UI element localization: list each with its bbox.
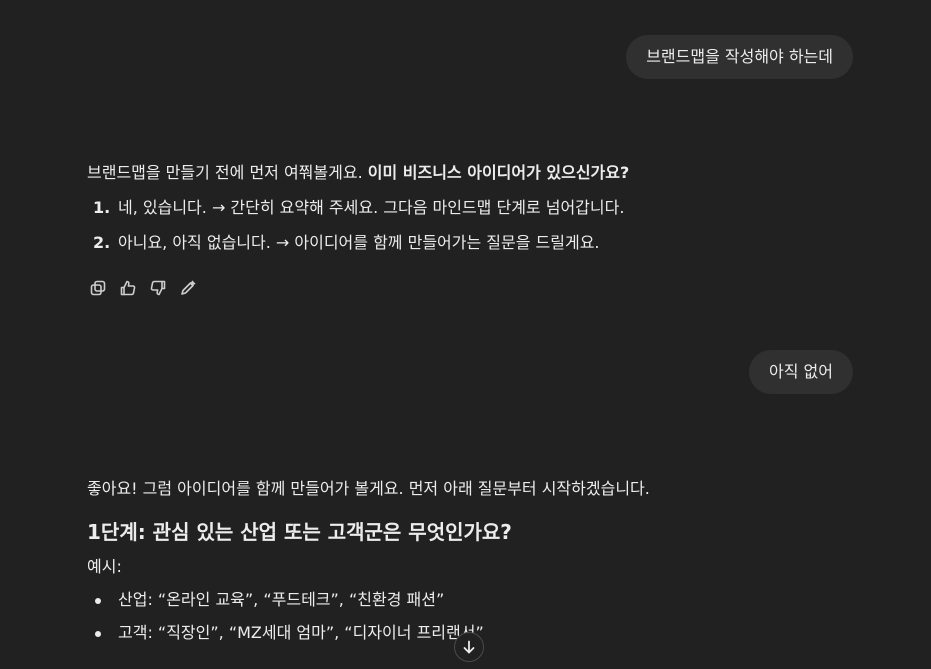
list-item: 1. 네, 있습니다. → 간단히 요약해 주세요. 그다음 마인드맵 단계로 … bbox=[87, 196, 857, 220]
scroll-to-bottom-button[interactable] bbox=[454, 632, 484, 662]
list-item-text: 아니요, 아직 없습니다. → 아이디어를 함께 만들어가는 질문을 드릴게요. bbox=[118, 233, 600, 252]
intro-question: 이미 비즈니스 아이디어가 있으신가요? bbox=[367, 163, 630, 182]
copy-button[interactable] bbox=[87, 277, 109, 299]
list-item: 산업: “온라인 교육”, “푸드테크”, “친환경 패션” bbox=[87, 588, 857, 612]
assistant-message: 브랜드맵을 만들기 전에 먼저 여쭤볼게요. 이미 비즈니스 아이디어가 있으신… bbox=[87, 161, 857, 299]
bad-response-button[interactable] bbox=[147, 277, 169, 299]
options-list: 1. 네, 있습니다. → 간단히 요약해 주세요. 그다음 마인드맵 단계로 … bbox=[87, 196, 857, 255]
list-number: 1. bbox=[93, 198, 111, 217]
thumbs-up-icon bbox=[120, 280, 136, 296]
list-item: 2. 아니요, 아직 없습니다. → 아이디어를 함께 만들어가는 질문을 드릴… bbox=[87, 231, 857, 255]
copy-icon bbox=[90, 280, 106, 296]
assistant-message: 좋아요! 그럼 아이디어를 함께 만들어가 볼게요. 먼저 아래 질문부터 시작… bbox=[87, 477, 857, 645]
arrow-down-icon bbox=[463, 640, 475, 654]
assistant-intro: 브랜드맵을 만들기 전에 먼저 여쭤볼게요. 이미 비즈니스 아이디어가 있으신… bbox=[87, 161, 857, 185]
list-number: 2. bbox=[93, 233, 111, 252]
good-response-button[interactable] bbox=[117, 277, 139, 299]
intro-text: 브랜드맵을 만들기 전에 먼저 여쭤볼게요. bbox=[87, 163, 368, 182]
thumbs-down-icon bbox=[150, 280, 166, 296]
assistant-intro: 좋아요! 그럼 아이디어를 함께 만들어가 볼게요. 먼저 아래 질문부터 시작… bbox=[87, 479, 650, 498]
edit-canvas-button[interactable] bbox=[177, 277, 199, 299]
message-actions bbox=[87, 277, 857, 299]
list-item-text: 네, 있습니다. → 간단히 요약해 주세요. 그다음 마인드맵 단계로 넘어갑… bbox=[118, 198, 625, 217]
edit-icon bbox=[181, 280, 196, 295]
user-message: 브랜드맵을 작성해야 하는데 bbox=[626, 35, 853, 79]
step-heading: 1단계: 관심 있는 산업 또는 고객군은 무엇인가요? bbox=[87, 520, 512, 544]
user-message: 아직 없어 bbox=[749, 350, 853, 394]
examples-label: 예시: bbox=[87, 557, 122, 576]
chat-container: 브랜드맵을 작성해야 하는데 브랜드맵을 만들기 전에 먼저 여쭤볼게요. 이미… bbox=[0, 0, 931, 669]
